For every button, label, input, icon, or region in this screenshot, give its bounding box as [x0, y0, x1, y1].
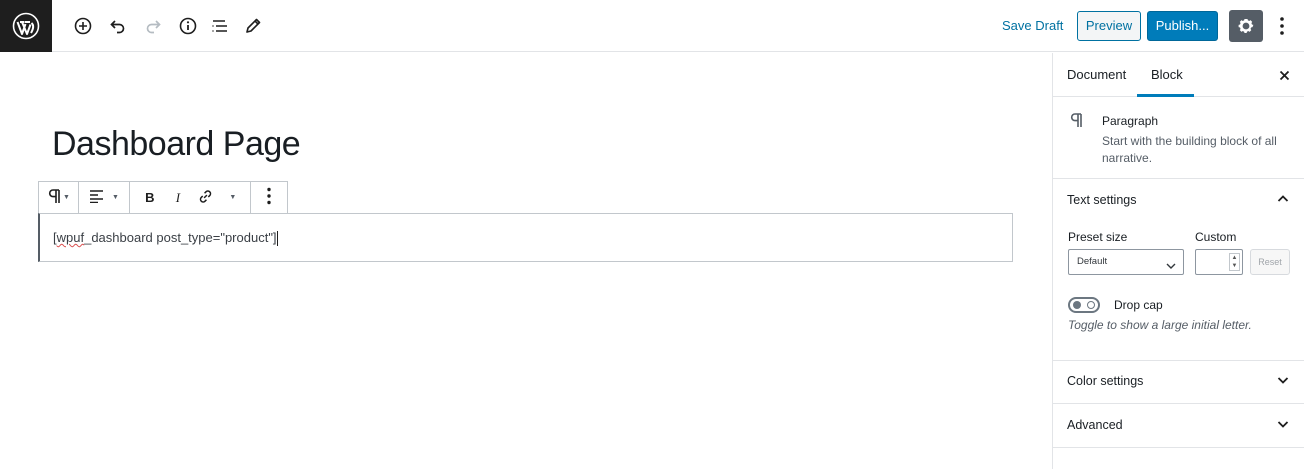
- edit-tools-icon[interactable]: [239, 12, 267, 40]
- preview-button[interactable]: Preview: [1077, 11, 1141, 41]
- preset-size-select[interactable]: Default: [1068, 249, 1184, 275]
- reset-button[interactable]: Reset: [1250, 249, 1290, 275]
- caret-down-icon: ▼: [229, 194, 237, 201]
- paragraph-icon: [1069, 112, 1083, 131]
- more-options-button[interactable]: [255, 182, 283, 213]
- block-type-group: ▼: [39, 182, 79, 213]
- toggle-off-indicator: [1087, 301, 1095, 309]
- drop-cap-label: Drop cap: [1114, 298, 1163, 312]
- block-switcher-button[interactable]: ▼: [43, 182, 74, 213]
- text-settings-toggle[interactable]: Text settings: [1053, 179, 1304, 223]
- add-block-icon[interactable]: [69, 12, 97, 40]
- alignment-group: ▼: [79, 182, 130, 213]
- block-card-description: Start with the building block of all nar…: [1102, 134, 1277, 165]
- italic-icon: I: [175, 189, 181, 205]
- text-settings-panel: Preset size Custom Default ▲ ▼ Reset Drop…: [1053, 223, 1304, 361]
- drop-cap-toggle[interactable]: [1068, 297, 1100, 313]
- block-card-title: Paragraph: [1102, 114, 1159, 128]
- text-settings-title: Text settings: [1067, 193, 1137, 207]
- settings-gear-icon[interactable]: [1229, 10, 1263, 42]
- number-spinner[interactable]: ▲ ▼: [1229, 253, 1240, 271]
- preset-size-value: Default: [1077, 256, 1108, 267]
- close-icon[interactable]: [1275, 66, 1293, 84]
- publish-button[interactable]: Publish...: [1147, 11, 1218, 41]
- chevron-up-icon: [1277, 193, 1289, 208]
- options-group: [251, 182, 287, 213]
- paragraph-block[interactable]: [wpuf_dashboard post_type="product"]: [38, 213, 1013, 262]
- bold-icon: B: [145, 190, 155, 205]
- chevron-down-icon: [1277, 374, 1289, 389]
- save-draft-button[interactable]: Save Draft: [996, 14, 1069, 38]
- sidebar-tabs: Document Block: [1053, 53, 1304, 97]
- chevron-down-icon: [1277, 418, 1289, 433]
- preset-size-label: Preset size: [1068, 230, 1128, 244]
- block-toolbar: ▼ ▼ B I ▼: [38, 181, 288, 214]
- link-button[interactable]: [192, 182, 220, 213]
- drop-cap-help: Toggle to show a large initial letter.: [1068, 318, 1252, 332]
- undo-icon[interactable]: [104, 12, 132, 40]
- post-title[interactable]: Dashboard Page: [52, 125, 301, 164]
- more-rich-text-button[interactable]: ▼: [220, 182, 244, 213]
- link-icon: [198, 189, 213, 207]
- info-icon[interactable]: [174, 12, 202, 40]
- settings-sidebar: Document Block Paragraph Start with the …: [1052, 53, 1304, 469]
- outline-icon[interactable]: [206, 12, 234, 40]
- shortcode-text[interactable]: [wpuf_dashboard post_type="product"]: [53, 230, 278, 247]
- caret-down-icon: ▼: [111, 194, 119, 201]
- chevron-down-icon: [1166, 258, 1176, 273]
- paragraph-icon: [47, 188, 61, 207]
- color-settings-toggle[interactable]: Color settings: [1053, 360, 1304, 404]
- bold-button[interactable]: B: [136, 182, 164, 213]
- advanced-toggle[interactable]: Advanced: [1053, 404, 1304, 448]
- custom-size-label: Custom: [1195, 230, 1237, 244]
- caret-down-icon: ▼: [63, 194, 70, 201]
- panel-divider: [1053, 447, 1304, 448]
- custom-size-input[interactable]: ▲ ▼: [1195, 249, 1243, 275]
- italic-button[interactable]: I: [164, 182, 192, 213]
- editor-canvas: Dashboard Page ▼ ▼ B I ▼ [wpuf_dashboard…: [0, 53, 1052, 469]
- redo-icon[interactable]: [139, 12, 167, 40]
- editor-header: Save Draft Preview Publish...: [0, 0, 1304, 52]
- wordpress-logo-icon[interactable]: [0, 0, 52, 52]
- tab-document[interactable]: Document: [1067, 53, 1126, 97]
- spellcheck-misspelled-word: wpuf: [56, 230, 85, 245]
- align-button[interactable]: ▼: [83, 182, 125, 213]
- align-left-icon: [89, 189, 105, 206]
- tab-block[interactable]: Block: [1137, 53, 1194, 97]
- color-settings-title: Color settings: [1067, 374, 1144, 388]
- format-group: B I ▼: [130, 182, 251, 213]
- more-vertical-icon[interactable]: [1272, 12, 1292, 40]
- shortcode-rest: _dashboard post_type="product"]: [84, 230, 277, 245]
- advanced-title: Advanced: [1067, 418, 1123, 432]
- more-vertical-icon: [267, 187, 271, 208]
- toggle-knob: [1073, 301, 1081, 309]
- text-caret: [276, 231, 278, 247]
- block-card: Paragraph Start with the building block …: [1053, 98, 1304, 179]
